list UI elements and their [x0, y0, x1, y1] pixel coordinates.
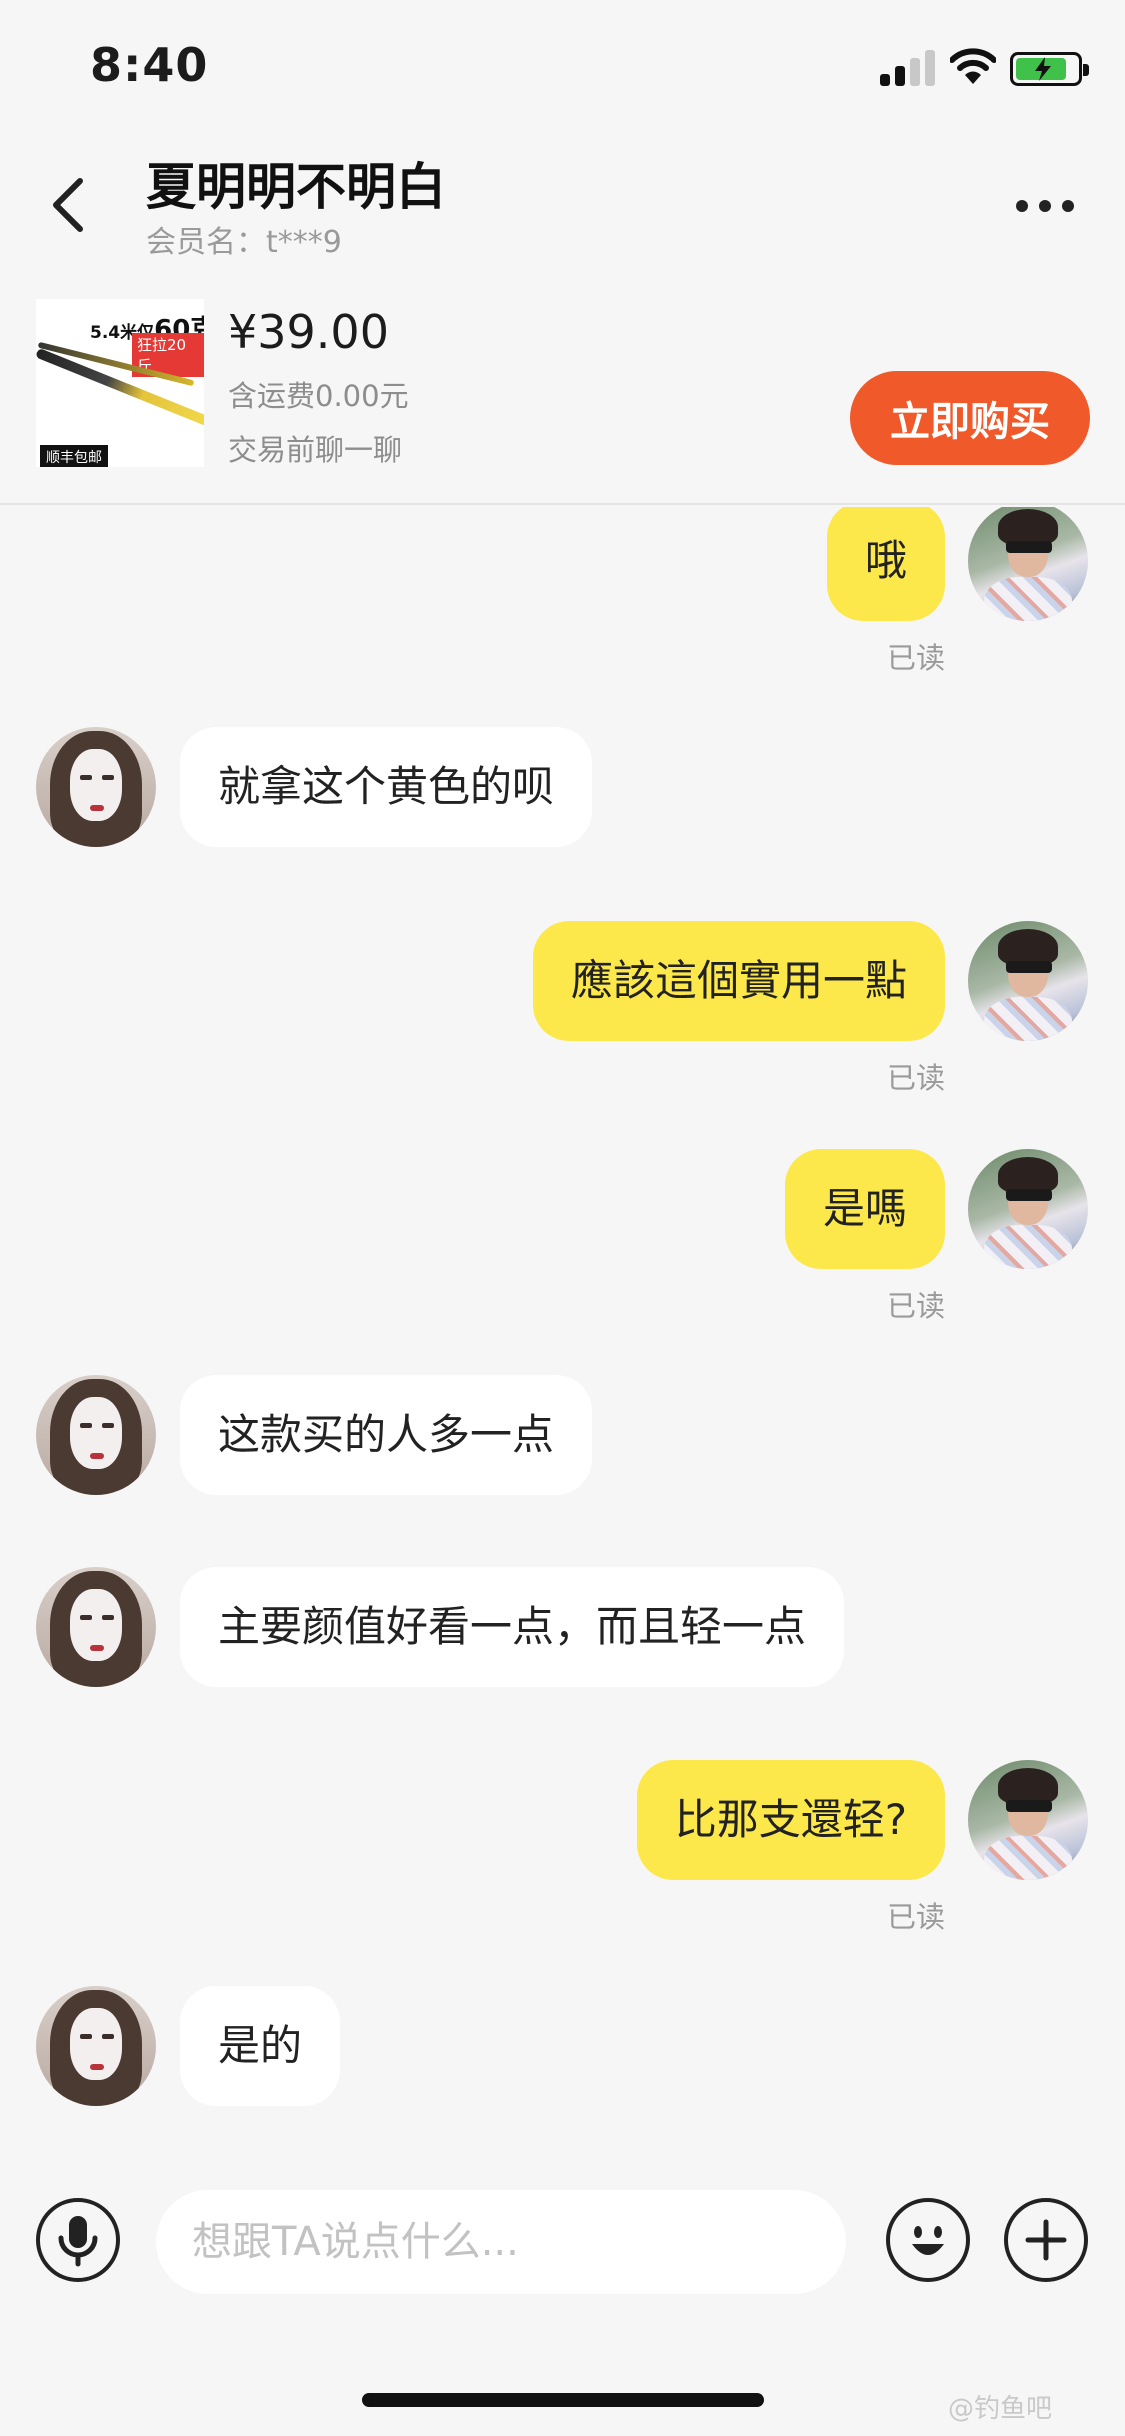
my-message-bubble[interactable]: 哦: [826, 507, 945, 621]
message-row: 就拿这个黄色的呗: [0, 725, 1125, 849]
my-avatar[interactable]: [968, 921, 1088, 1041]
product-thumbnail[interactable]: 5.4米仅60克 狂拉20斤 顺丰包邮: [36, 299, 204, 467]
contact-avatar[interactable]: [36, 727, 156, 847]
my-message-bubble[interactable]: 是嗎: [784, 1149, 945, 1269]
message-row: 这款买的人多一点: [0, 1373, 1125, 1497]
input-bar: [0, 2170, 1125, 2310]
more-icon[interactable]: [1010, 190, 1080, 220]
my-message-bubble[interactable]: 比那支還轻?: [636, 1760, 945, 1880]
status-bar: 8:40: [0, 0, 1125, 135]
buy-now-button[interactable]: 立即购买: [850, 371, 1090, 465]
contact-avatar[interactable]: [36, 1375, 156, 1495]
message-row: 應該這個實用一點 已读: [0, 919, 1125, 1095]
shipping-info: 含运费0.00元: [228, 379, 409, 413]
wifi-icon: [949, 46, 997, 86]
emoji-icon[interactable]: [886, 2198, 970, 2282]
message-row: 主要颜值好看一点，而且轻一点: [0, 1565, 1125, 1689]
message-row: 是的: [0, 1984, 1125, 2108]
contact-avatar[interactable]: [36, 1567, 156, 1687]
status-time: 8:40: [90, 38, 209, 92]
member-name: 会员名：t***9: [146, 225, 342, 260]
thumb-badge: 顺丰包邮: [40, 445, 108, 467]
my-avatar[interactable]: [968, 1760, 1088, 1880]
microphone-icon[interactable]: [36, 2198, 120, 2282]
chat-header: 夏明明不明白 会员名：t***9: [0, 135, 1125, 295]
read-status: 已读: [886, 641, 945, 675]
message-row: 哦 已读: [0, 507, 1125, 675]
contact-avatar[interactable]: [36, 1986, 156, 2106]
battery-icon: [1010, 52, 1089, 86]
message-row: 比那支還轻? 已读: [0, 1758, 1125, 1934]
product-card: 5.4米仅60克 狂拉20斤 顺丰包邮 ¥39.00 含运费0.00元 交易前聊…: [0, 295, 1125, 505]
back-icon[interactable]: [44, 165, 104, 245]
read-status: 已读: [886, 1900, 945, 1934]
watermark: @钓鱼吧: [948, 2394, 1053, 2424]
chat-note: 交易前聊一聊: [228, 433, 403, 467]
their-message-bubble[interactable]: 这款买的人多一点: [180, 1375, 593, 1495]
their-message-bubble[interactable]: 是的: [180, 1986, 341, 2106]
my-message-bubble[interactable]: 應該這個實用一點: [532, 921, 945, 1041]
read-status: 已读: [886, 1289, 945, 1323]
read-status: 已读: [886, 1061, 945, 1095]
product-price: ¥39.00: [228, 305, 389, 359]
their-message-bubble[interactable]: 就拿这个黄色的呗: [180, 727, 593, 847]
my-avatar[interactable]: [968, 507, 1088, 621]
contact-name: 夏明明不明白: [146, 158, 446, 216]
their-message-bubble[interactable]: 主要颜值好看一点，而且轻一点: [180, 1567, 845, 1687]
message-list[interactable]: 哦 已读 就拿这个黄色的呗 應該這個實用一點 已读 是嗎 已读 这款买的人多一点…: [0, 507, 1125, 2157]
my-avatar[interactable]: [968, 1149, 1088, 1269]
signal-icon: [880, 50, 936, 86]
home-indicator[interactable]: [362, 2393, 764, 2407]
plus-icon[interactable]: [1004, 2198, 1088, 2282]
message-input[interactable]: [156, 2190, 846, 2294]
message-row: 是嗎 已读: [0, 1147, 1125, 1323]
